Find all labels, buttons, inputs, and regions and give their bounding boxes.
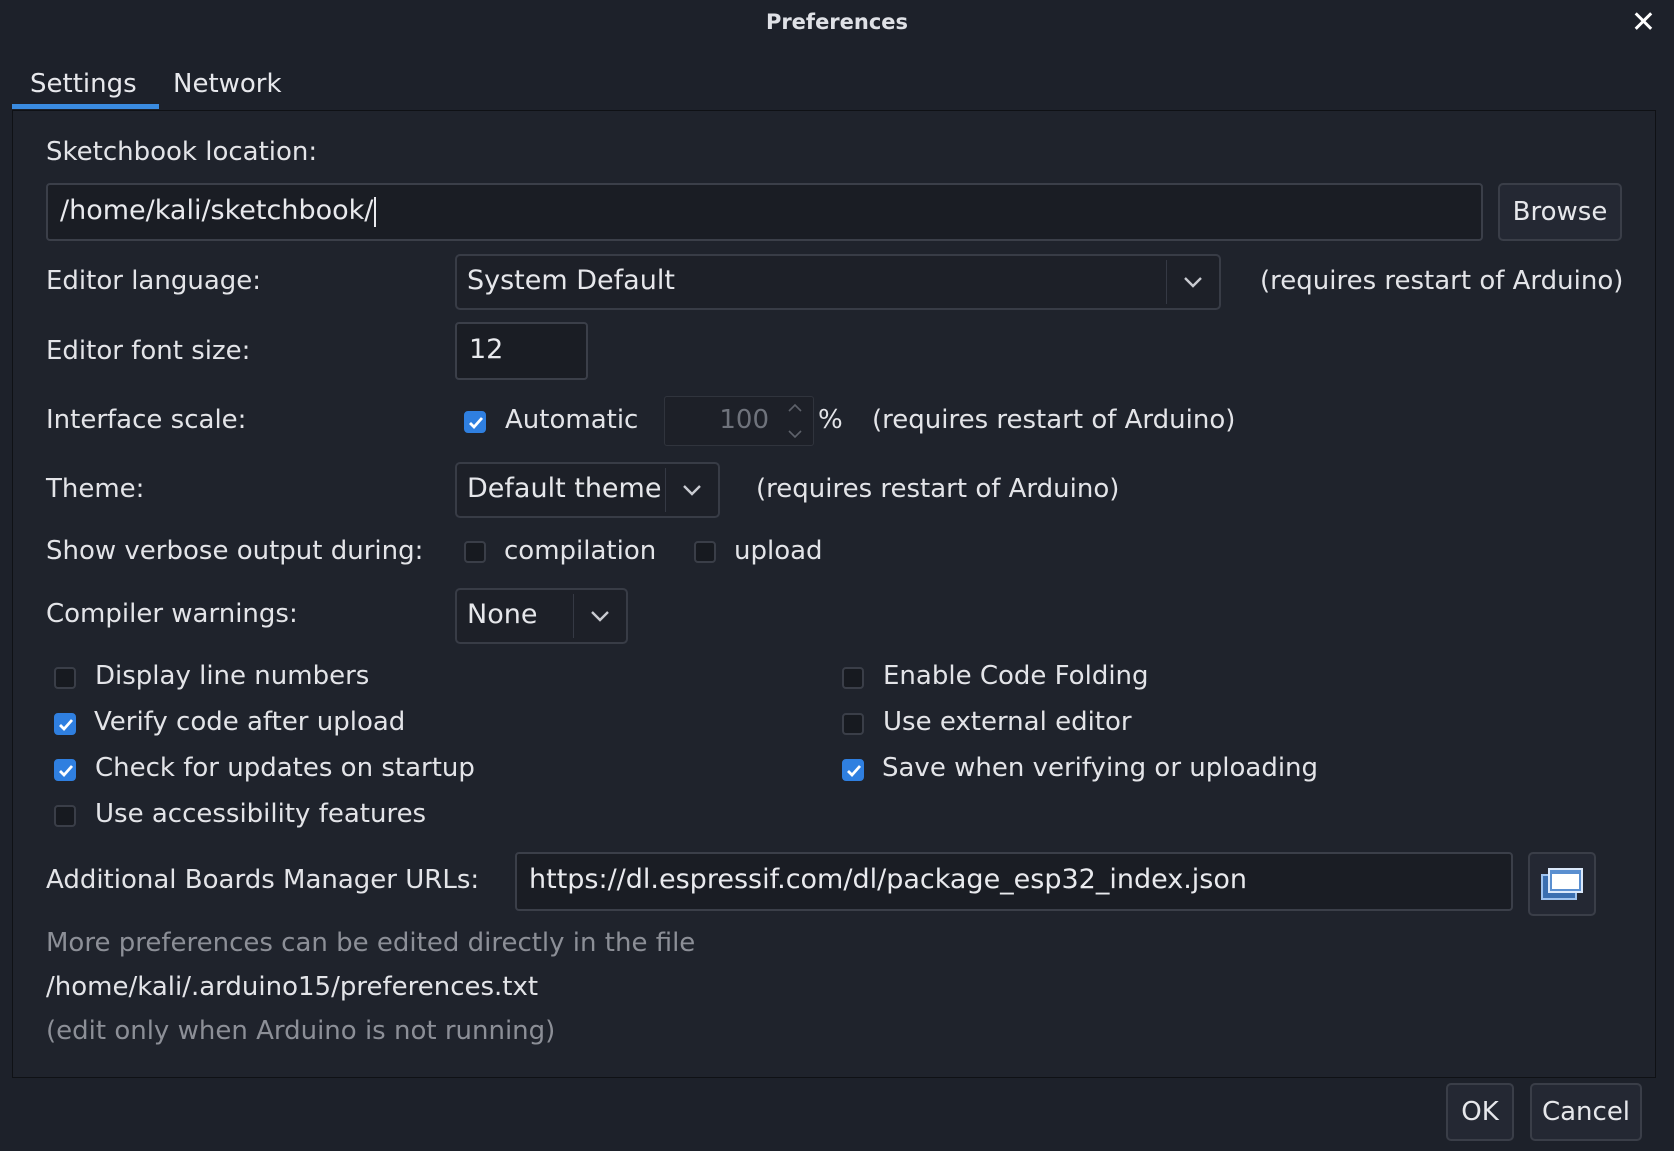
window-list-icon (1541, 868, 1583, 900)
verify-code-after-upload-checkbox[interactable] (54, 713, 76, 735)
window-title: Preferences (765, 10, 909, 34)
active-tab-indicator (12, 104, 159, 109)
display-line-numbers-label: Display line numbers (95, 661, 370, 691)
chevron-down-icon (1166, 260, 1219, 304)
editor-language-select[interactable]: System Default (455, 254, 1221, 310)
boards-manager-urls-input[interactable]: https://dl.espressif.com/dl/package_esp3… (515, 852, 1513, 911)
checkmark-icon (469, 417, 484, 430)
verbose-upload-label: upload (734, 536, 823, 566)
cancel-button[interactable]: Cancel (1530, 1083, 1642, 1141)
compiler-warnings-value: None (467, 599, 538, 630)
boards-manager-urls-label: Additional Boards Manager URLs: (46, 865, 480, 895)
check-updates-on-startup-label: Check for updates on startup (95, 753, 475, 783)
chevron-down-icon (665, 468, 718, 512)
compiler-warnings-select[interactable]: None (455, 588, 628, 644)
spin-down-icon (780, 424, 810, 444)
verify-code-after-upload-label: Verify code after upload (94, 707, 406, 737)
tab-network[interactable]: Network (173, 64, 282, 104)
use-external-editor-label: Use external editor (883, 707, 1132, 737)
verbose-compilation-label: compilation (504, 536, 657, 566)
enable-code-folding-checkbox[interactable] (842, 667, 864, 689)
theme-note: (requires restart of Arduino) (756, 474, 1120, 504)
spin-up-icon (780, 398, 810, 418)
use-accessibility-features-label: Use accessibility features (95, 799, 427, 829)
editor-font-size-input[interactable]: 12 (455, 322, 588, 380)
interface-scale-value: 100 (719, 405, 769, 435)
compiler-warnings-label: Compiler warnings: (46, 599, 298, 629)
interface-scale-unit: % (818, 405, 843, 435)
interface-scale-note: (requires restart of Arduino) (872, 405, 1236, 435)
use-accessibility-features-checkbox[interactable] (54, 805, 76, 827)
theme-value: Default theme (467, 473, 662, 504)
editor-language-value: System Default (467, 265, 675, 296)
edit-warning-text: (edit only when Arduino is not running) (46, 1016, 556, 1046)
checkmark-icon (59, 765, 74, 778)
editor-font-size-label: Editor font size: (46, 336, 251, 366)
enable-code-folding-label: Enable Code Folding (883, 661, 1149, 691)
preferences-file-path: /home/kali/.arduino15/preferences.txt (46, 972, 539, 1002)
sketchbook-location-value: /home/kali/sketchbook/ (60, 195, 374, 226)
ok-button[interactable]: OK (1446, 1083, 1514, 1141)
theme-label: Theme: (46, 474, 145, 504)
save-when-verifying-label: Save when verifying or uploading (882, 753, 1319, 783)
interface-scale-automatic-label: Automatic (505, 405, 639, 435)
sketchbook-label: Sketchbook location: (46, 137, 318, 167)
sketchbook-location-input[interactable]: /home/kali/sketchbook/ (46, 183, 1483, 241)
checkmark-icon (59, 719, 74, 732)
boards-urls-edit-button[interactable] (1528, 852, 1596, 916)
verbose-compilation-checkbox[interactable] (464, 541, 486, 563)
text-caret (374, 196, 377, 227)
chevron-down-icon (573, 594, 626, 638)
close-icon[interactable]: ✕ (1631, 6, 1656, 40)
editor-language-label: Editor language: (46, 266, 262, 296)
verbose-upload-checkbox[interactable] (694, 541, 716, 563)
browse-button[interactable]: Browse (1498, 183, 1622, 241)
use-external-editor-checkbox[interactable] (842, 713, 864, 735)
interface-scale-automatic-checkbox[interactable] (464, 411, 486, 433)
theme-select[interactable]: Default theme (455, 462, 720, 518)
editor-language-note: (requires restart of Arduino) (1260, 266, 1624, 296)
tab-settings[interactable]: Settings (30, 64, 137, 104)
interface-scale-label: Interface scale: (46, 405, 247, 435)
save-when-verifying-checkbox[interactable] (842, 759, 864, 781)
more-preferences-text: More preferences can be edited directly … (46, 928, 696, 958)
check-updates-on-startup-checkbox[interactable] (54, 759, 76, 781)
display-line-numbers-checkbox[interactable] (54, 667, 76, 689)
verbose-output-label: Show verbose output during: (46, 536, 424, 566)
checkmark-icon (847, 765, 862, 778)
